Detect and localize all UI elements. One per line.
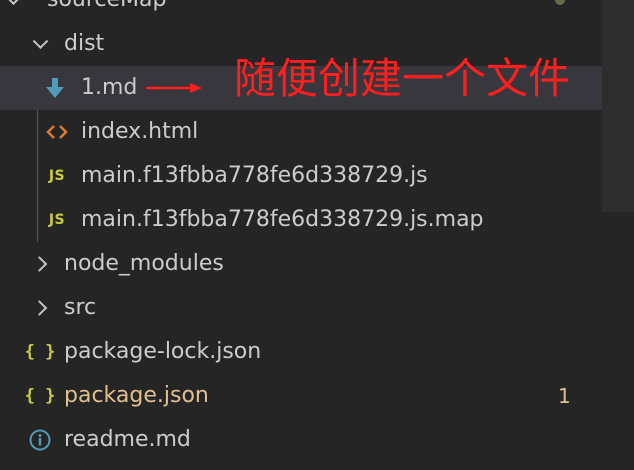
file-label: main.f13fbba778fe6d338729.js.map — [81, 207, 484, 232]
scrollbar-thumb[interactable] — [602, 0, 634, 212]
file-label: main.f13fbba778fe6d338729.js — [81, 163, 428, 188]
tree-item-node-modules[interactable]: node_modules — [0, 242, 602, 286]
file-label: package-lock.json — [64, 339, 262, 364]
js-icon: JS — [48, 212, 66, 228]
info-icon — [28, 428, 52, 452]
tree-item-root-folder[interactable]: sourceMap — [0, 0, 602, 22]
tree-item-readme-md[interactable]: readme.md — [0, 418, 602, 462]
tree-item-package-lock-json[interactable]: { } package-lock.json — [0, 330, 602, 374]
chevron-right-icon[interactable] — [31, 300, 48, 316]
json-braces-icon: { } — [24, 342, 56, 362]
annotation-text: 随便创建一个文件 — [234, 54, 571, 103]
html-code-icon — [45, 121, 69, 143]
file-label: 1.md — [81, 75, 138, 100]
problem-count-badge: 1 — [558, 384, 571, 408]
tree-item-index-html[interactable]: index.html — [0, 110, 602, 154]
file-explorer: sourceMap dist 1.md — [0, 0, 602, 470]
tree-item-src[interactable]: src — [0, 286, 602, 330]
chevron-right-icon[interactable] — [31, 256, 48, 272]
json-braces-icon: { } — [24, 386, 56, 406]
file-label: package.json — [64, 383, 209, 408]
file-label: readme.md — [64, 427, 191, 452]
arrow-right-icon — [146, 82, 202, 94]
tree-item-package-json[interactable]: { } package.json 1 — [0, 374, 602, 418]
modified-dot-icon — [555, 0, 565, 5]
tree-item-main-js-map[interactable]: JS main.f13fbba778fe6d338729.js.map — [0, 198, 602, 242]
chevron-down-icon[interactable] — [5, 0, 22, 6]
download-arrow-icon — [44, 77, 66, 99]
file-label: index.html — [81, 119, 199, 144]
folder-label: sourceMap — [47, 0, 167, 11]
js-icon: JS — [48, 168, 66, 184]
chevron-down-icon[interactable] — [32, 33, 49, 50]
folder-label: src — [64, 295, 97, 320]
tree-item-main-js[interactable]: JS main.f13fbba778fe6d338729.js — [0, 154, 602, 198]
folder-label: dist — [64, 31, 105, 56]
folder-label: node_modules — [64, 251, 224, 276]
